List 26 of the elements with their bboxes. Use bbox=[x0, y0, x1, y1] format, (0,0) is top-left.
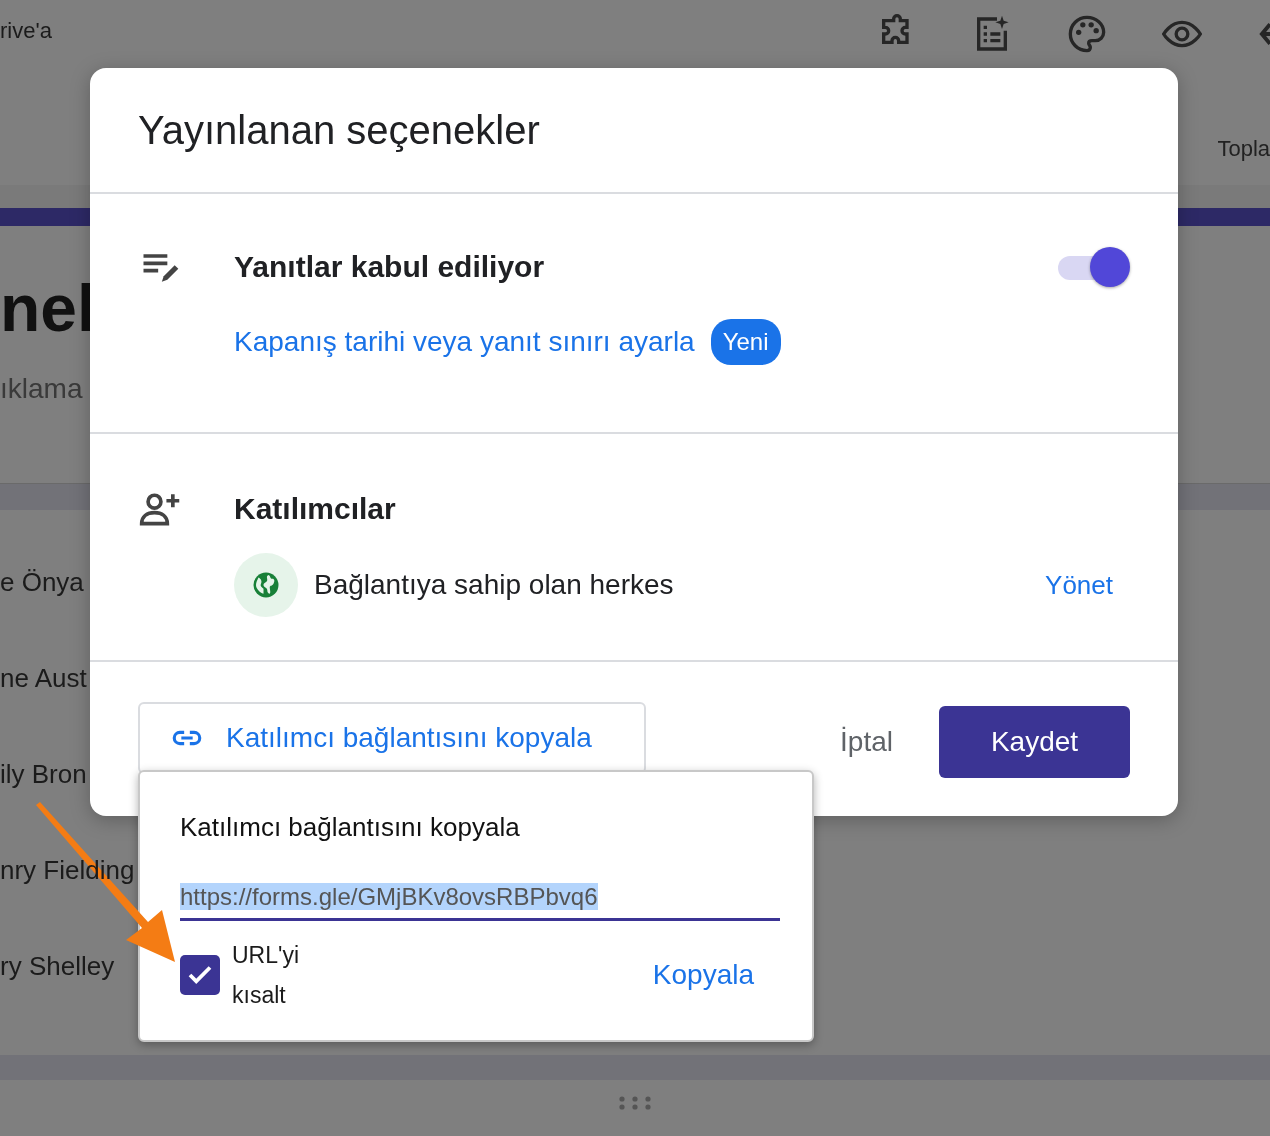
save-button[interactable]: Kaydet bbox=[939, 706, 1130, 778]
section-heading: Yanıtlar kabul ediliyor bbox=[234, 249, 545, 285]
toggle-switch[interactable] bbox=[1056, 246, 1130, 287]
drive-label: rive'a bbox=[0, 17, 52, 45]
list-item-text: ily Bron bbox=[0, 758, 87, 791]
copy-link-button[interactable]: Katılımcı bağlantısını kopyala bbox=[138, 702, 646, 774]
copy-link[interactable]: Kopyala bbox=[652, 954, 754, 997]
cancel-button[interactable]: İptal bbox=[834, 720, 899, 764]
form-description: ıklama bbox=[0, 372, 83, 406]
tab-label[interactable]: Topla bbox=[1217, 132, 1270, 165]
deadline-link[interactable]: Kapanış tarihi veya yanıt sınırı ayarla bbox=[234, 321, 695, 363]
shorten-checkbox[interactable] bbox=[180, 955, 220, 996]
list-item-text: e Önya bbox=[0, 566, 84, 599]
manage-link[interactable]: Yönet bbox=[1045, 565, 1113, 605]
drag-handle-icon[interactable] bbox=[619, 1096, 651, 1110]
checkbox-label: URL'yi kısalt bbox=[232, 941, 300, 1011]
section-heading: Katılımcılar bbox=[234, 491, 396, 527]
dialog-title: Yayınlanan seçenekler bbox=[137, 107, 541, 154]
list-item-text: ne Aust bbox=[0, 662, 87, 695]
popup-title: Katılımcı bağlantısını kopyala bbox=[180, 812, 521, 844]
access-text: Bağlantıya sahip olan herkes bbox=[314, 568, 674, 602]
list-item-text: ry Shelley bbox=[0, 950, 115, 983]
palette-icon[interactable] bbox=[1067, 14, 1107, 54]
form-title: nel bbox=[0, 270, 96, 346]
new-badge: Yeni bbox=[710, 319, 781, 365]
url-field[interactable]: https://forms.gle/GMjBKv8ovsRBPbvq6 bbox=[180, 879, 780, 922]
